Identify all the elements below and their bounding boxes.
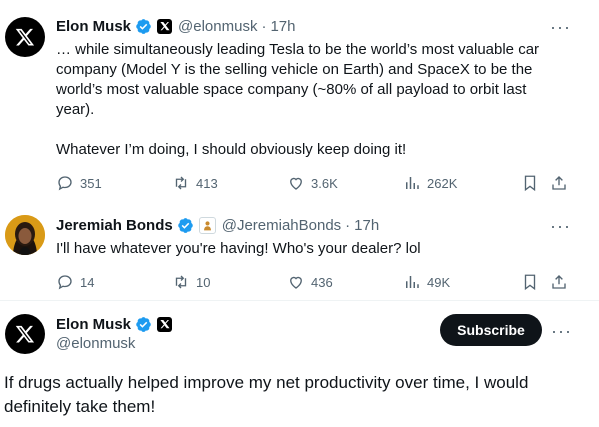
repost-count: 10	[196, 274, 211, 290]
tweet3-text: If drugs actually helped improve my net …	[4, 371, 594, 419]
tweet-text-line: world’s most valuable space company (~80…	[56, 81, 527, 98]
bookmark-icon	[524, 175, 536, 192]
more-options-icon[interactable]: ···	[550, 217, 571, 235]
more-options-icon[interactable]: ···	[551, 322, 572, 340]
heart-icon	[290, 276, 302, 289]
share-icon	[552, 275, 566, 289]
reply-button[interactable]: 351	[56, 174, 102, 192]
tweet-timestamp[interactable]: 17h	[270, 18, 295, 35]
like-count: 3.6K	[311, 175, 338, 191]
like-button[interactable]: 3.6K	[287, 174, 338, 192]
views-chart-icon	[406, 276, 419, 288]
verified-badge-icon	[177, 217, 193, 233]
bookmark-button[interactable]	[521, 273, 545, 291]
tweet-text-line: definitely take them!	[4, 397, 156, 416]
author-handle[interactable]: @elonmusk	[178, 18, 257, 35]
tweet-text-line: company (Model Y is the selling vehicle …	[56, 61, 533, 78]
divider	[0, 300, 599, 301]
profile-photo-icon	[5, 215, 45, 255]
like-button[interactable]: 436	[287, 273, 333, 291]
x-affiliate-badge-icon	[157, 18, 173, 34]
x-affiliate-badge-icon	[157, 316, 173, 332]
share-icon	[552, 176, 566, 190]
tweet2-actions: 14 10 436 49K	[56, 272, 576, 292]
avatar-elon-musk[interactable]	[5, 17, 45, 57]
share-button[interactable]	[550, 273, 574, 291]
author-handle[interactable]: @JeremiahBonds	[222, 217, 341, 234]
views-chart-icon	[406, 177, 419, 189]
author-name[interactable]: Jeremiah Bonds	[56, 217, 173, 234]
separator-dot: ·	[261, 17, 267, 35]
tweet1-text: … while simultaneously leading Tesla to …	[56, 40, 591, 160]
x-logo-icon	[15, 28, 35, 46]
tweet-text-line: … while simultaneously leading Tesla to …	[56, 41, 540, 58]
repost-count: 413	[196, 175, 218, 191]
author-name[interactable]: Elon Musk	[56, 316, 131, 333]
x-logo-icon	[15, 325, 35, 343]
views-count: 262K	[427, 175, 458, 191]
reply-button[interactable]: 14	[56, 273, 94, 291]
reply-icon	[58, 176, 72, 191]
tweet2-text: I'll have whatever you're having! Who's …	[56, 240, 421, 257]
reply-count: 14	[80, 274, 95, 290]
author-name[interactable]: Elon Musk	[56, 18, 131, 35]
views-count: 49K	[427, 274, 451, 290]
tweet-text-line: If drugs actually helped improve my net …	[4, 373, 529, 392]
repost-icon	[175, 275, 187, 289]
tweet-text-line: Whatever I’m doing, I should obviously k…	[56, 141, 407, 158]
author-handle[interactable]: @elonmusk	[56, 335, 135, 352]
verified-badge-icon	[136, 316, 151, 332]
separator-dot: ·	[345, 216, 351, 234]
bookmark-icon	[524, 274, 536, 291]
tweet3-name-row: Elon Musk	[56, 314, 173, 334]
verified-badge-icon	[136, 18, 151, 34]
reply-icon	[58, 275, 72, 290]
reply-count: 351	[80, 175, 102, 191]
tweet1-header: Elon Musk @elonmusk · 17h	[56, 16, 295, 36]
avatar-jeremiah-bonds[interactable]	[5, 215, 45, 255]
avatar-elon-musk[interactable]	[5, 314, 45, 354]
heart-icon	[290, 177, 302, 190]
affiliate-badge-icon	[198, 216, 216, 234]
repost-button[interactable]: 413	[172, 174, 218, 192]
bookmark-button[interactable]	[521, 174, 545, 192]
views-button[interactable]: 262K	[403, 174, 457, 192]
repost-icon	[175, 176, 187, 190]
repost-button[interactable]: 10	[172, 273, 210, 291]
tweet-text-line: year).	[56, 101, 95, 118]
share-button[interactable]	[550, 174, 574, 192]
like-count: 436	[311, 274, 333, 290]
views-button[interactable]: 49K	[403, 273, 450, 291]
subscribe-button[interactable]: Subscribe	[440, 314, 542, 346]
more-options-icon[interactable]: ···	[550, 18, 571, 36]
tweet2-header: Jeremiah Bonds @JeremiahBonds · 17h	[56, 215, 379, 235]
tweet1-actions: 351 413 3.6K 262K	[56, 173, 576, 193]
tweet-timestamp[interactable]: 17h	[354, 217, 379, 234]
